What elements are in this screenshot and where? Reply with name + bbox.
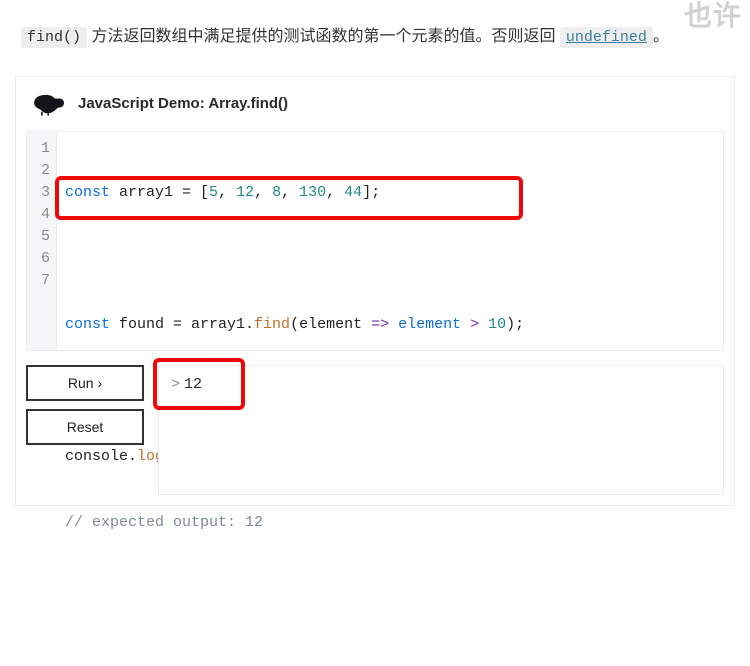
line-number: 1 xyxy=(37,138,50,160)
token-operator: => xyxy=(371,316,389,333)
code-line-6: // expected output: 12 xyxy=(65,512,715,534)
intro-paragraph: find() 方法返回数组中满足提供的测试函数的第一个元素的值。否则返回 und… xyxy=(21,24,729,50)
token-text: ]; xyxy=(362,184,380,201)
token-text: (element xyxy=(290,316,371,333)
find-code: find() xyxy=(21,27,87,48)
token-text: found = array1. xyxy=(110,316,254,333)
token-text xyxy=(479,316,488,333)
token-text: , xyxy=(254,184,272,201)
token-text: ); xyxy=(506,316,524,333)
token-number: 130 xyxy=(299,184,326,201)
dino-icon xyxy=(30,89,68,117)
token-ident: element xyxy=(389,316,470,333)
intro-text-before: 方法返回数组中满足提供的测试函数的第一个元素的值。否则返回 xyxy=(87,28,560,45)
code-line-3: const found = array1.find(element => ele… xyxy=(65,314,715,336)
token-text: , xyxy=(218,184,236,201)
token-text: , xyxy=(281,184,299,201)
controls-row: Run › Reset >12 xyxy=(26,365,724,495)
token-number: 8 xyxy=(272,184,281,201)
token-comment: // expected output: 12 xyxy=(65,514,263,531)
buttons-column: Run › Reset xyxy=(26,365,144,445)
undefined-link[interactable]: undefined xyxy=(560,27,653,48)
intro-text-after: 。 xyxy=(653,28,669,45)
token-number: 10 xyxy=(488,316,506,333)
run-button[interactable]: Run › xyxy=(26,365,144,401)
token-keyword: const xyxy=(65,184,110,201)
token-text: array1 = [ xyxy=(110,184,209,201)
token-number: 44 xyxy=(344,184,362,201)
token-function: find xyxy=(254,316,290,333)
demo-title: JavaScript Demo: Array.find() xyxy=(78,95,288,112)
demo-container: JavaScript Demo: Array.find() 1 2 3 4 5 … xyxy=(15,76,735,506)
line-number: 7 xyxy=(37,270,50,292)
reset-button[interactable]: Reset xyxy=(26,409,144,445)
token-text: , xyxy=(326,184,344,201)
demo-header: JavaScript Demo: Array.find() xyxy=(16,77,734,125)
line-number: 2 xyxy=(37,160,50,182)
line-number: 3 xyxy=(37,182,50,204)
code-area[interactable]: const array1 = [5, 12, 8, 130, 44]; cons… xyxy=(57,132,723,350)
code-editor[interactable]: 1 2 3 4 5 6 7 const array1 = [5, 12, 8, … xyxy=(26,131,724,351)
code-line-2 xyxy=(65,248,715,270)
line-number: 5 xyxy=(37,226,50,248)
token-keyword: const xyxy=(65,316,110,333)
token-number: 5 xyxy=(209,184,218,201)
output-panel: >12 xyxy=(158,365,724,495)
code-line-7 xyxy=(65,578,715,600)
code-line-1: const array1 = [5, 12, 8, 130, 44]; xyxy=(65,182,715,204)
token-number: 12 xyxy=(236,184,254,201)
output-caret: > xyxy=(171,376,180,393)
line-number: 4 xyxy=(37,204,50,226)
line-gutter: 1 2 3 4 5 6 7 xyxy=(27,132,57,350)
line-number: 6 xyxy=(37,248,50,270)
output-value: 12 xyxy=(184,376,202,393)
token-operator: > xyxy=(470,316,479,333)
